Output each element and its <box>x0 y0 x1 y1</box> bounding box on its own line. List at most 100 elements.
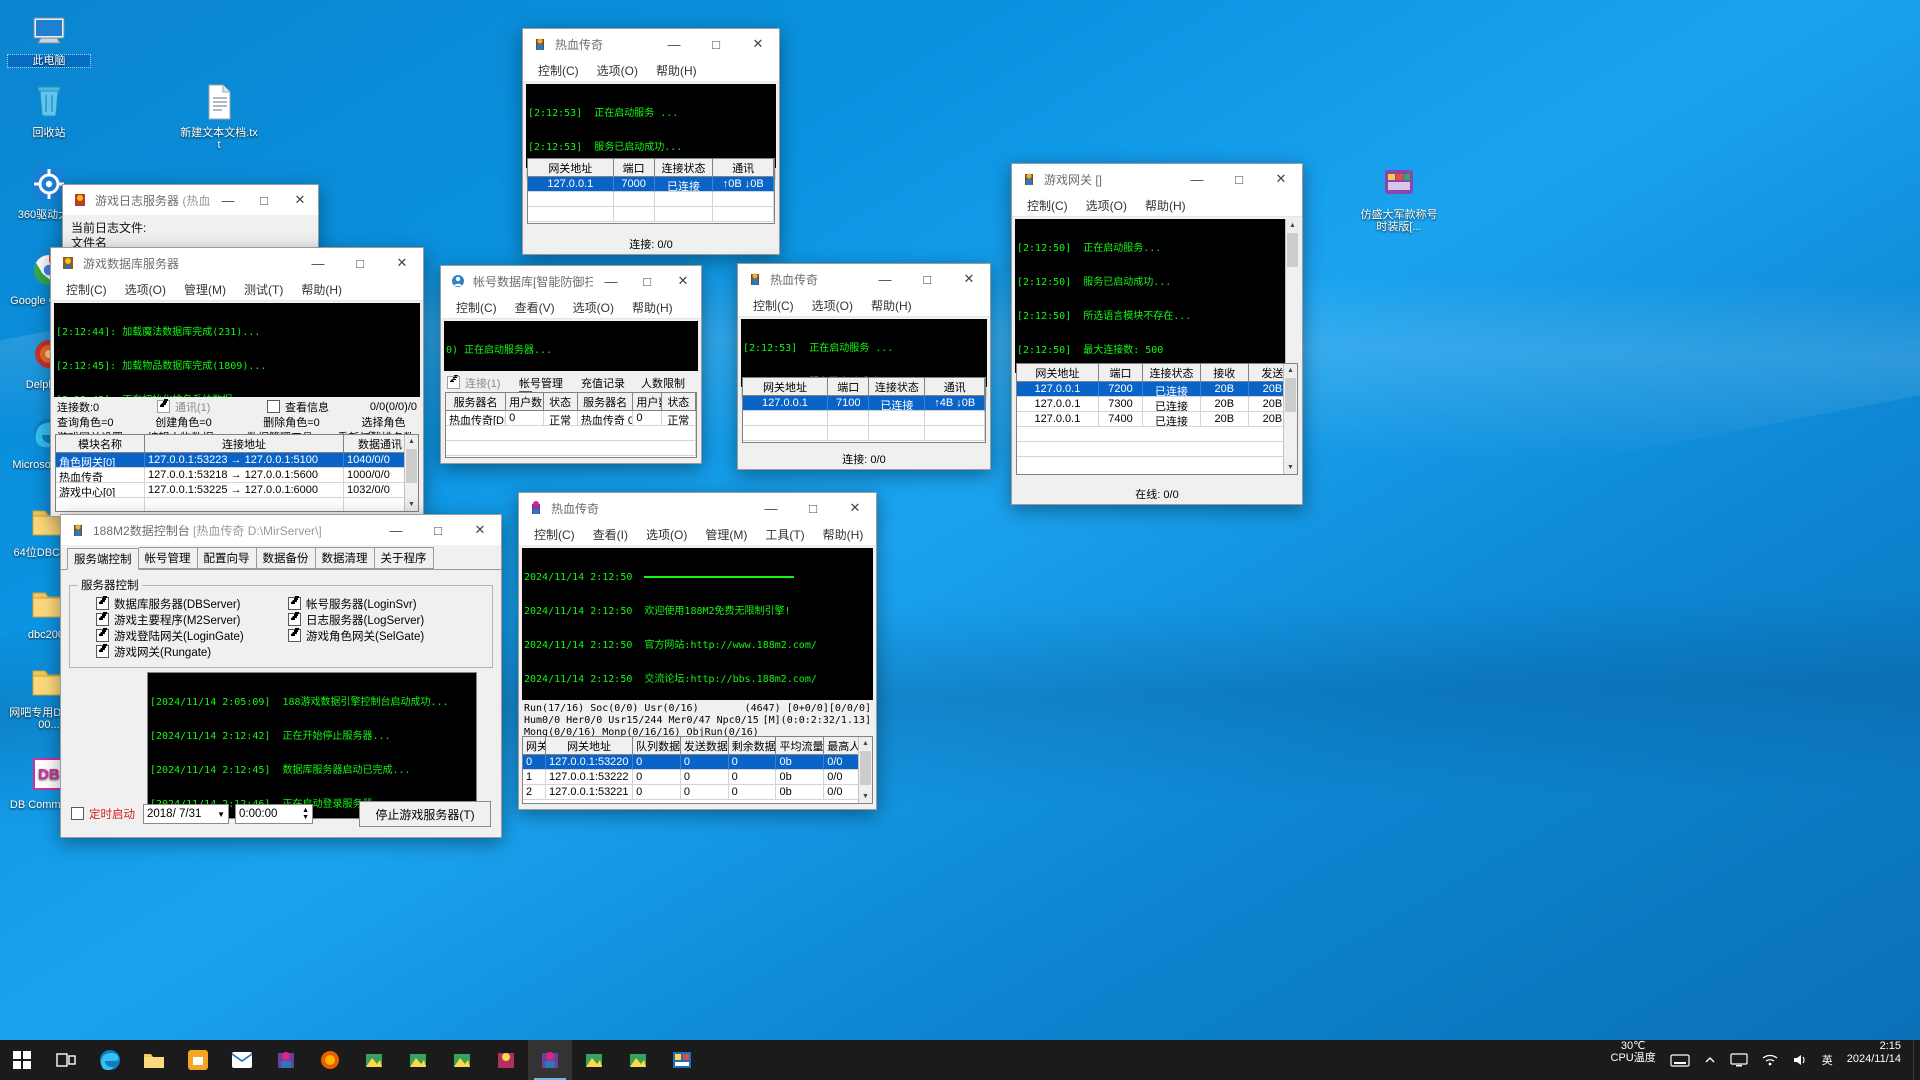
account-db-menubar[interactable]: 控制(C) 查看(V) 选项(O) 帮助(H) <box>441 296 701 319</box>
menu-control[interactable]: 控制(C) <box>529 60 588 81</box>
checkbox-m2server[interactable]: ✓游戏主要程序(M2Server) <box>96 613 288 629</box>
menu-options[interactable]: 选项(O) <box>1077 195 1136 216</box>
grid-scrollbar[interactable]: ▲ ▼ <box>1283 364 1297 474</box>
close-button[interactable]: ✕ <box>948 264 990 294</box>
menu-view[interactable]: 查看(V) <box>506 297 564 318</box>
grid-scrollbar[interactable]: ▲ ▼ <box>404 435 418 511</box>
maximize-button[interactable]: □ <box>792 493 834 523</box>
login-gate-grid[interactable]: 网关地址 端口 连接状态 通讯 127.0.0.1 7000 已连接 ↑0B ↓… <box>527 158 775 224</box>
maximize-button[interactable]: □ <box>417 515 459 545</box>
taskbar-mir-g[interactable] <box>572 1040 616 1080</box>
window-login-gate[interactable]: 热血传奇 — □ ✕ 控制(C) 选项(O) 帮助(H) [2:12:53] 正… <box>522 28 780 255</box>
table-row[interactable]: 127.0.0.1 7300 已连接 20B 20B <box>1017 397 1297 412</box>
desktop-icon-this-pc[interactable]: 此电脑 <box>8 8 90 67</box>
minimize-button[interactable]: — <box>1176 164 1218 194</box>
scroll-thumb[interactable] <box>1285 378 1296 412</box>
recharge-link[interactable]: 充值记录 <box>581 375 641 391</box>
scroll-thumb[interactable] <box>860 751 871 785</box>
m2-server-gate-grid[interactable]: 网关 网关地址 队列数据 发送数据 剩余数据 平均流量 最高人数 0 127.0… <box>522 736 873 804</box>
checkbox-loginsvr[interactable]: ✓帐号服务器(LoginSvr) <box>288 597 458 613</box>
run-gate-grid[interactable]: 网关地址 端口 连接状态 接收 发送 127.0.0.1 7200 已连接 20… <box>1016 363 1298 475</box>
table-row[interactable]: 游戏中心[0] 127.0.0.1:53225 → 127.0.0.1:6000… <box>56 483 418 498</box>
scroll-up-arrow[interactable]: ▲ <box>1286 219 1299 232</box>
table-row[interactable] <box>446 426 696 441</box>
maximize-button[interactable]: □ <box>906 264 948 294</box>
menu-test[interactable]: 测试(T) <box>235 279 292 300</box>
comm-checkbox[interactable]: ✓通讯(1) <box>157 399 267 415</box>
window-sel-gate[interactable]: 热血传奇 — □ ✕ 控制(C) 选项(O) 帮助(H) [2:12:53] 正… <box>737 263 991 470</box>
table-row[interactable] <box>1017 442 1297 457</box>
tray-ime-indicator[interactable]: 英 <box>1815 1040 1840 1080</box>
checkbox-selgate[interactable]: ✓游戏角色网关(SelGate) <box>288 629 458 645</box>
menu-help[interactable]: 帮助(H) <box>647 60 706 81</box>
taskbar-mir-c[interactable] <box>396 1040 440 1080</box>
menu-help[interactable]: 帮助(H) <box>623 297 682 318</box>
minimize-button[interactable]: — <box>750 493 792 523</box>
db-server-module-grid[interactable]: 模块名称 连接地址 数据通讯 角色网关[0] 127.0.0.1:53223 →… <box>55 434 419 512</box>
taskbar-console-app[interactable] <box>660 1040 704 1080</box>
timer-start-checkbox[interactable]: 定时启动 <box>71 806 135 822</box>
taskbar[interactable]: 30℃ CPU温度 英 2:15 2024/11/14 <box>0 1040 1920 1080</box>
menu-control[interactable]: 控制(C) <box>525 524 584 545</box>
tab-server-control[interactable]: 服务端控制 <box>67 548 139 570</box>
taskbar-mir-b[interactable] <box>352 1040 396 1080</box>
menu-control[interactable]: 控制(C) <box>57 279 116 300</box>
db-server-titlebar[interactable]: 游戏数据库服务器 — □ ✕ <box>51 248 423 278</box>
table-row[interactable]: 热血传奇 127.0.0.1:53218 → 127.0.0.1:5600 10… <box>56 468 418 483</box>
scroll-thumb[interactable] <box>406 449 417 483</box>
minimize-button[interactable]: — <box>593 266 629 296</box>
minimize-button[interactable]: — <box>375 515 417 545</box>
table-row[interactable]: 127.0.0.1 7400 已连接 20B 20B <box>1017 412 1297 427</box>
taskbar-mail[interactable] <box>220 1040 264 1080</box>
server-checkbox-list[interactable]: ✓数据库服务器(DBServer) ✓帐号服务器(LoginSvr) ✓游戏主要… <box>78 597 484 661</box>
maximize-button[interactable]: □ <box>1218 164 1260 194</box>
window-log-server[interactable]: 游戏日志服务器 (热血... — □ ✕ 当前日志文件: 文件名 <box>62 184 319 254</box>
taskbar-mir-f[interactable] <box>528 1040 572 1080</box>
m2-server-menubar[interactable]: 控制(C) 查看(I) 选项(O) 管理(M) 工具(T) 帮助(H) <box>519 523 876 546</box>
taskbar-mir-d[interactable] <box>440 1040 484 1080</box>
close-button[interactable]: ✕ <box>665 266 701 296</box>
scroll-down-arrow[interactable]: ▼ <box>1284 461 1297 474</box>
tray-volume-icon[interactable] <box>1785 1040 1815 1080</box>
tab-data-backup[interactable]: 数据备份 <box>257 547 316 569</box>
menu-options[interactable]: 选项(O) <box>564 297 623 318</box>
menu-options[interactable]: 选项(O) <box>116 279 175 300</box>
table-row[interactable] <box>528 192 774 207</box>
time-spinner[interactable]: 0:00:00 ▲▼ <box>235 804 313 824</box>
scroll-down-arrow[interactable]: ▼ <box>859 790 872 803</box>
spinner-icon[interactable]: ▲▼ <box>302 807 309 821</box>
window-db-server[interactable]: 游戏数据库服务器 — □ ✕ 控制(C) 选项(O) 管理(M) 测试(T) 帮… <box>50 247 424 517</box>
menu-help[interactable]: 帮助(H) <box>862 295 921 316</box>
account-db-grid[interactable]: 服务器名 用户数 状态 服务器名 用户数 状态 热血传奇[DB] 0 正常 热血… <box>445 392 697 458</box>
close-button[interactable]: ✕ <box>1260 164 1302 194</box>
taskbar-mir-h[interactable] <box>616 1040 660 1080</box>
close-button[interactable]: ✕ <box>459 515 501 545</box>
close-button[interactable]: ✕ <box>381 248 423 278</box>
tray-expand-icon[interactable] <box>1697 1040 1723 1080</box>
tab-config-wizard[interactable]: 配置向导 <box>198 547 257 569</box>
menu-view[interactable]: 查看(I) <box>584 524 637 545</box>
scroll-up-arrow[interactable]: ▲ <box>859 737 872 750</box>
menu-help[interactable]: 帮助(H) <box>814 524 873 545</box>
log-server-titlebar[interactable]: 游戏日志服务器 (热血... — □ ✕ <box>63 185 318 215</box>
tray-network-icon[interactable] <box>1755 1040 1785 1080</box>
menu-manage[interactable]: 管理(M) <box>175 279 235 300</box>
control-panel-tabs[interactable]: 服务端控制 帐号管理 配置向导 数据备份 数据清理 关于程序 <box>61 545 501 570</box>
table-row[interactable]: 127.0.0.1 7000 已连接 ↑0B ↓0B <box>528 177 774 192</box>
menu-options[interactable]: 选项(O) <box>803 295 862 316</box>
start-button[interactable] <box>0 1040 44 1080</box>
tray-keyboard-icon[interactable] <box>1663 1040 1697 1080</box>
table-row[interactable] <box>1017 427 1297 442</box>
login-gate-menubar[interactable]: 控制(C) 选项(O) 帮助(H) <box>523 59 779 82</box>
table-row[interactable]: 角色网关[0] 127.0.0.1:53223 → 127.0.0.1:5100… <box>56 453 418 468</box>
desktop-icon-fangsheng-rar[interactable]: 仿盛大军款称号时装版[... <box>1358 162 1440 233</box>
show-desktop-button[interactable] <box>1913 1040 1920 1080</box>
table-row[interactable] <box>743 411 985 426</box>
minimize-button[interactable]: — <box>210 185 246 215</box>
table-row[interactable]: 127.0.0.1 7200 已连接 20B 20B <box>1017 382 1297 397</box>
cpu-temp-widget[interactable]: 30℃ CPU温度 <box>1604 1040 1663 1080</box>
tab-data-cleanup[interactable]: 数据清理 <box>316 547 375 569</box>
taskbar-mir-a[interactable] <box>264 1040 308 1080</box>
desktop-icon-recycle-bin[interactable]: 回收站 <box>8 80 90 139</box>
menu-manage[interactable]: 管理(M) <box>696 524 756 545</box>
